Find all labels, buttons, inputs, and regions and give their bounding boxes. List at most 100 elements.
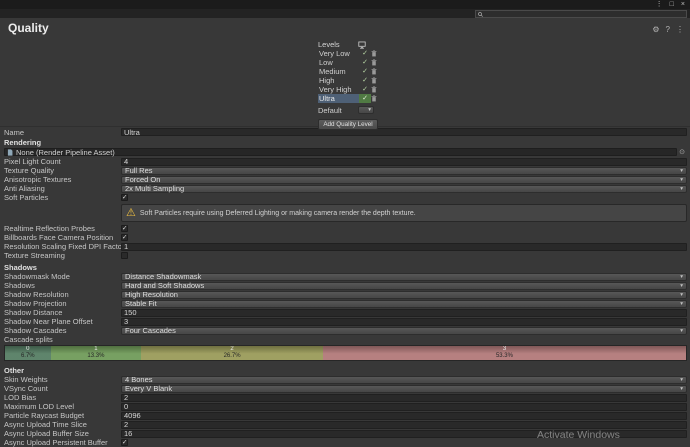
cascade-segment-0[interactable]: 0 6.7% bbox=[5, 346, 51, 360]
chevron-down-icon: ▾ bbox=[368, 107, 371, 113]
texture-quality-dropdown[interactable]: Full Res ▾ bbox=[121, 166, 687, 175]
soft-particles-checkbox[interactable]: ✓ bbox=[121, 194, 128, 201]
cascade-index: 2 bbox=[230, 346, 234, 353]
level-enabled-checkbox[interactable]: ✓ bbox=[359, 76, 371, 85]
setting-row: Realtime Reflection Probes ✓ bbox=[0, 224, 690, 233]
setting-row: Shadowmask Mode Distance Shadowmask ▾ bbox=[0, 272, 690, 281]
particle-raycast-budget-field[interactable]: 4096 bbox=[121, 411, 687, 420]
window-close-icon[interactable]: × bbox=[681, 0, 685, 9]
shadow-projection-dropdown[interactable]: Stable Fit ▾ bbox=[121, 299, 687, 308]
level-label[interactable]: Very High bbox=[318, 85, 359, 94]
window-restore-icon[interactable]: □ bbox=[670, 0, 674, 9]
shadow-resolution-dropdown[interactable]: High Resolution ▾ bbox=[121, 290, 687, 299]
setting-row: Billboards Face Camera Position ✓ bbox=[0, 233, 690, 242]
anisotropic-textures-dropdown[interactable]: Forced On ▾ bbox=[121, 175, 687, 184]
dropdown-value: Every V Blank bbox=[125, 384, 173, 393]
setting-row: Shadow Cascades Four Cascades ▾ bbox=[0, 326, 690, 335]
shadow-near-plane-offset-field[interactable]: 3 bbox=[121, 317, 687, 326]
trash-icon[interactable] bbox=[371, 68, 383, 75]
cascade-index: 1 bbox=[94, 346, 98, 353]
level-enabled-checkbox[interactable]: ✓ bbox=[359, 94, 371, 103]
async-upload-persistent-buffer-checkbox[interactable]: ✓ bbox=[121, 439, 128, 446]
cascade-segment-3[interactable]: 3 53.3% bbox=[323, 346, 686, 360]
setting-row: Async Upload Time Slice 2 bbox=[0, 420, 690, 429]
render-pipeline-asset-value: None (Render Pipeline Asset) bbox=[16, 147, 115, 157]
help-icon[interactable]: ? bbox=[666, 26, 670, 34]
level-label-selected[interactable]: Ultra bbox=[318, 94, 359, 103]
level-row-very-high[interactable]: Very High ✓ bbox=[318, 85, 383, 94]
default-level-dropdown[interactable]: ▾ bbox=[358, 106, 374, 114]
setting-label: Async Upload Time Slice bbox=[4, 420, 87, 429]
levels-area: Levels Very Low ✓ Low ✓ Medium ✓ High ✓ … bbox=[0, 38, 690, 130]
setting-row: Maximum LOD Level 0 bbox=[0, 402, 690, 411]
add-quality-level-button[interactable]: Add Quality Level bbox=[318, 119, 378, 130]
kebab-menu-icon[interactable]: ⋮ bbox=[676, 26, 684, 34]
level-row-ultra[interactable]: Ultra ✓ bbox=[318, 94, 383, 103]
shadow-distance-field[interactable]: 150 bbox=[121, 308, 687, 317]
level-row-high[interactable]: High ✓ bbox=[318, 76, 383, 85]
dropdown-value: 4 Bones bbox=[125, 375, 153, 384]
lod-bias-field[interactable]: 2 bbox=[121, 393, 687, 402]
skin-weights-dropdown[interactable]: 4 Bones ▾ bbox=[121, 375, 687, 384]
trash-icon[interactable] bbox=[371, 59, 383, 66]
cascade-segment-2[interactable]: 2 26.7% bbox=[141, 346, 323, 360]
setting-row: Shadow Projection Stable Fit ▾ bbox=[0, 299, 690, 308]
cascade-splits-row: Cascade splits bbox=[0, 335, 690, 344]
cascade-index: 0 bbox=[26, 346, 30, 353]
shadow-cascades-dropdown[interactable]: Four Cascades ▾ bbox=[121, 326, 687, 335]
render-pipeline-asset-field[interactable]: None (Render Pipeline Asset) bbox=[4, 147, 677, 157]
level-label[interactable]: High bbox=[318, 76, 359, 85]
resolution-scaling-dpi-field[interactable]: 1 bbox=[121, 242, 687, 251]
cascade-segment-1[interactable]: 1 13.3% bbox=[50, 346, 142, 360]
billboards-face-camera-checkbox[interactable]: ✓ bbox=[121, 234, 128, 241]
pixel-light-count-field[interactable]: 4 bbox=[121, 157, 687, 166]
other-section-header: Other bbox=[4, 365, 25, 375]
quality-settings-form: Name Ultra Rendering None (Render Pipeli… bbox=[0, 126, 690, 447]
shadowmask-mode-dropdown[interactable]: Distance Shadowmask ▾ bbox=[121, 272, 687, 281]
trash-icon[interactable] bbox=[371, 86, 383, 93]
levels-label: Levels bbox=[318, 40, 340, 49]
window-menu-icon[interactable]: ⋮ bbox=[656, 0, 663, 9]
anti-aliasing-dropdown[interactable]: 2x Multi Sampling ▾ bbox=[121, 184, 687, 193]
preset-icon[interactable]: ⚙ bbox=[652, 26, 659, 34]
level-enabled-checkbox[interactable]: ✓ bbox=[359, 49, 371, 58]
level-label[interactable]: Medium bbox=[318, 67, 359, 76]
search-input[interactable] bbox=[475, 10, 687, 18]
texture-streaming-checkbox[interactable] bbox=[121, 252, 128, 259]
trash-icon[interactable] bbox=[371, 77, 383, 84]
cascade-splits-bar[interactable]: 0 6.7% 1 13.3% 2 26.7% 3 53.3% bbox=[4, 345, 687, 361]
default-label: Default bbox=[318, 105, 342, 115]
level-label[interactable]: Very Low bbox=[318, 49, 359, 58]
shadows-dropdown[interactable]: Hard and Soft Shadows ▾ bbox=[121, 281, 687, 290]
search-icon bbox=[478, 11, 483, 17]
level-enabled-checkbox[interactable]: ✓ bbox=[359, 58, 371, 67]
trash-icon[interactable] bbox=[371, 50, 383, 57]
level-enabled-checkbox[interactable]: ✓ bbox=[359, 85, 371, 94]
asset-icon bbox=[7, 148, 13, 156]
realtime-reflection-probes-checkbox[interactable]: ✓ bbox=[121, 225, 128, 232]
level-row-very-low[interactable]: Very Low ✓ bbox=[318, 49, 383, 58]
setting-row: VSync Count Every V Blank ▾ bbox=[0, 384, 690, 393]
async-upload-buffer-size-field[interactable]: 16 bbox=[121, 429, 687, 438]
setting-label: Maximum LOD Level bbox=[4, 402, 75, 411]
level-label[interactable]: Low bbox=[318, 58, 359, 67]
setting-row: Texture Streaming bbox=[0, 251, 690, 260]
chevron-down-icon: ▾ bbox=[680, 185, 683, 192]
setting-label: Billboards Face Camera Position bbox=[4, 233, 114, 242]
levels-panel: Levels Very Low ✓ Low ✓ Medium ✓ High ✓ … bbox=[318, 40, 383, 130]
name-field[interactable]: Ultra bbox=[121, 128, 687, 137]
level-enabled-checkbox[interactable]: ✓ bbox=[359, 67, 371, 76]
maximum-lod-level-field[interactable]: 0 bbox=[121, 402, 687, 411]
trash-icon[interactable] bbox=[371, 95, 383, 102]
level-row-low[interactable]: Low ✓ bbox=[318, 58, 383, 67]
vsync-count-dropdown[interactable]: Every V Blank ▾ bbox=[121, 384, 687, 393]
setting-label: Texture Streaming bbox=[4, 251, 65, 260]
setting-row: Skin Weights 4 Bones ▾ bbox=[0, 375, 690, 384]
page-title: Quality bbox=[8, 21, 49, 35]
async-upload-time-slice-field[interactable]: 2 bbox=[121, 420, 687, 429]
chevron-down-icon: ▾ bbox=[680, 176, 683, 183]
level-row-medium[interactable]: Medium ✓ bbox=[318, 67, 383, 76]
setting-label: Shadowmask Mode bbox=[4, 272, 70, 281]
setting-label: VSync Count bbox=[4, 384, 48, 393]
object-picker-icon[interactable]: ⊙ bbox=[677, 148, 687, 156]
